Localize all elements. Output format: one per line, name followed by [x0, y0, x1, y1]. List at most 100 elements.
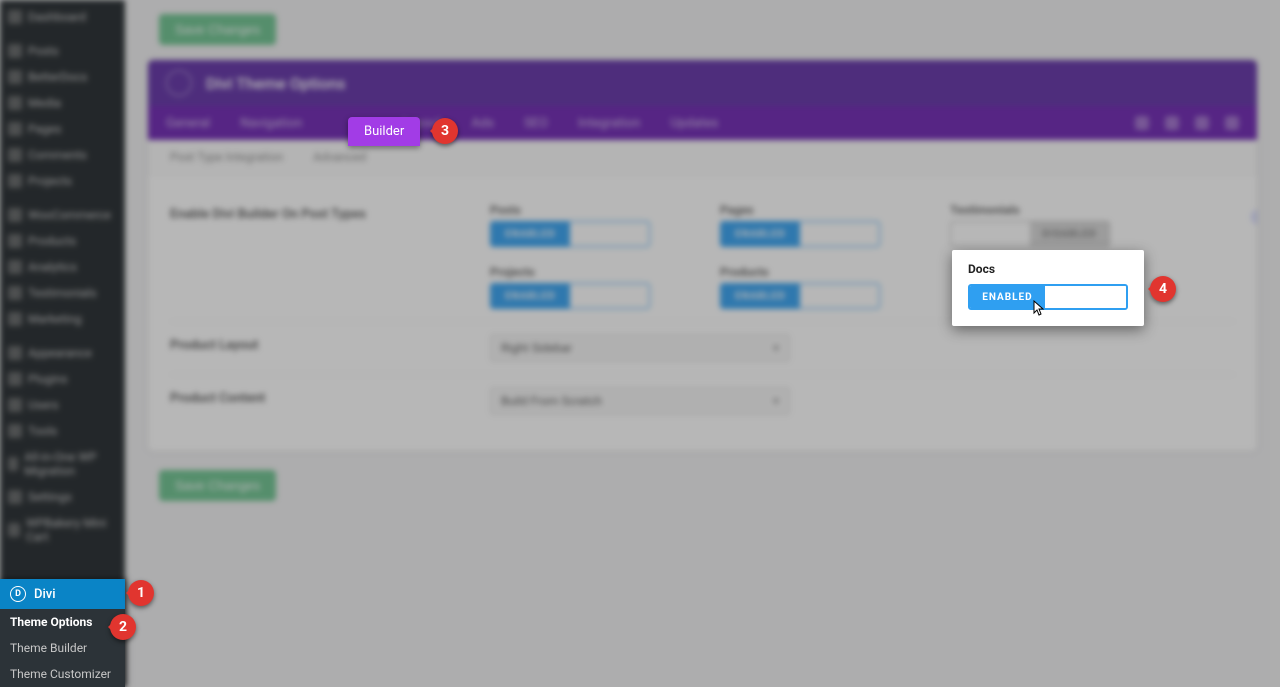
- toggle-on: [951, 222, 1030, 246]
- save-changes-button-top[interactable]: Save Changes: [159, 14, 276, 45]
- download-icon[interactable]: [1165, 116, 1179, 130]
- sidebar-item-label: Products: [28, 234, 76, 248]
- brush-icon: [8, 346, 22, 360]
- toggle-on: ENABLED: [721, 284, 800, 308]
- toggle-label: Products: [720, 265, 930, 279]
- sidebar-item-wpbakery[interactable]: WPBakery Mini Cart: [0, 510, 125, 550]
- sidebar-item-migration[interactable]: All-in-One WP Migration: [0, 444, 125, 484]
- divi-icon: D: [10, 586, 26, 602]
- toggle-label: Projects: [490, 265, 700, 279]
- sidebar-item-appearance[interactable]: Appearance: [0, 340, 125, 366]
- cart-icon: [8, 523, 20, 537]
- toggle-on: ENABLED: [491, 284, 570, 308]
- sub-tab-advanced[interactable]: Advanced: [313, 150, 366, 164]
- toggle-off: [800, 284, 879, 308]
- select-value: Right Sidebar: [501, 341, 572, 355]
- submenu-theme-customizer[interactable]: Theme Customizer: [0, 661, 125, 687]
- tab-integration[interactable]: Integration: [578, 116, 640, 131]
- sidebar-item-settings[interactable]: Settings: [0, 484, 125, 510]
- sidebar-item-label: WooCommerce: [28, 208, 111, 222]
- wrench-icon: [8, 424, 22, 438]
- migrate-icon: [8, 457, 18, 471]
- sidebar-item-label: Pages: [28, 122, 61, 136]
- toggle-off: DISABLED: [1030, 222, 1109, 246]
- tab-seo[interactable]: SEO: [524, 116, 548, 131]
- sidebar-item-divi[interactable]: D Divi: [0, 579, 125, 609]
- panel-title: Divi Theme Options: [206, 74, 345, 93]
- sidebar-item-woocommerce[interactable]: WooCommerce: [0, 202, 125, 228]
- toggle-off: [1045, 286, 1126, 308]
- content-area: Save Changes Divi Theme Options General …: [125, 0, 1280, 687]
- sidebar-item-projects[interactable]: Projects: [0, 168, 125, 194]
- woo-icon: [8, 208, 22, 222]
- toggle-on: ENABLED: [721, 222, 800, 246]
- toggle-posts: Posts ENABLED: [490, 203, 700, 247]
- tab-navigation[interactable]: Navigation: [240, 116, 302, 131]
- info-icon[interactable]: [1251, 209, 1258, 225]
- sidebar-item-media[interactable]: Media: [0, 90, 125, 116]
- sidebar-item-dashboard[interactable]: Dashboard: [0, 4, 125, 30]
- panel-tabs: General Navigation Builder Layout Ads SE…: [148, 106, 1257, 140]
- sidebar-item-posts[interactable]: Posts: [0, 38, 125, 64]
- sidebar-item-label: BetterDocs: [28, 70, 87, 84]
- toggle-switch[interactable]: ENABLED: [720, 221, 880, 247]
- sidebar-item-label: Marketing: [28, 312, 82, 326]
- product-layout-select[interactable]: Right Sidebar: [490, 334, 790, 362]
- toggle-pages: Pages ENABLED: [720, 203, 930, 247]
- toggle-switch[interactable]: ENABLED: [720, 283, 880, 309]
- sub-tab-posttype[interactable]: Post Type Integration: [170, 150, 283, 164]
- divi-logo-icon: [166, 70, 192, 96]
- quote-icon: [8, 286, 22, 300]
- media-icon: [8, 96, 22, 110]
- save-changes-button-bottom[interactable]: Save Changes: [159, 470, 276, 501]
- toggle-testimonials: Testimonials DISABLED: [950, 203, 1160, 247]
- main-layer-blurred: Dashboard Posts BetterDocs Media Pages C…: [0, 0, 1280, 687]
- toggle-label: Testimonials: [950, 203, 1160, 217]
- product-icon: [8, 234, 22, 248]
- dashboard-icon: [8, 10, 22, 24]
- sidebar-item-analytics[interactable]: Analytics: [0, 254, 125, 280]
- sidebar-item-betterdocs[interactable]: BetterDocs: [0, 64, 125, 90]
- sidebar-item-tools[interactable]: Tools: [0, 418, 125, 444]
- callout-step-3: 3: [432, 118, 458, 144]
- sidebar-item-label: Posts: [28, 44, 59, 58]
- reset-icon[interactable]: [1195, 116, 1209, 130]
- tab-updates[interactable]: Updates: [670, 116, 718, 131]
- sidebar-item-products[interactable]: Products: [0, 228, 125, 254]
- row-product-layout: Product Layout Right Sidebar: [170, 322, 1235, 375]
- doc-icon: [8, 70, 22, 84]
- sidebar-item-label: Appearance: [28, 346, 92, 360]
- sidebar-item-label: Users: [28, 398, 59, 412]
- help-icon[interactable]: [1225, 116, 1239, 130]
- sidebar-item-label: WPBakery Mini Cart: [26, 516, 117, 544]
- sidebar-item-users[interactable]: Users: [0, 392, 125, 418]
- sidebar-item-label: Projects: [28, 174, 72, 188]
- toggle-label: Pages: [720, 203, 930, 217]
- sidebar-item-label: Tools: [28, 424, 57, 438]
- upload-icon[interactable]: [1135, 116, 1149, 130]
- toggle-switch[interactable]: ENABLED: [490, 283, 650, 309]
- user-icon: [8, 398, 22, 412]
- sidebar-item-comments[interactable]: Comments: [0, 142, 125, 168]
- tab-ads[interactable]: Ads: [471, 116, 494, 131]
- row-label: Product Content: [170, 387, 490, 406]
- callout-step-1: 1: [128, 580, 154, 606]
- sidebar-item-label: Comments: [28, 148, 87, 162]
- tab-general[interactable]: General: [166, 116, 210, 131]
- callout-step-4: 4: [1150, 276, 1176, 302]
- sidebar-item-testimonials[interactable]: Testimonials: [0, 280, 125, 306]
- sidebar-item-label: Divi: [34, 587, 56, 602]
- product-content-select[interactable]: Build From Scratch: [490, 387, 790, 415]
- sidebar-item-plugins[interactable]: Plugins: [0, 366, 125, 392]
- sidebar-item-pages[interactable]: Pages: [0, 116, 125, 142]
- callout-step-2: 2: [110, 614, 136, 640]
- sidebar-item-label: All-in-One WP Migration: [24, 450, 117, 478]
- megaphone-icon: [8, 312, 22, 326]
- toggle-switch[interactable]: ENABLED: [490, 221, 650, 247]
- docs-toggle-switch[interactable]: ENABLED: [968, 284, 1128, 310]
- submenu-theme-builder[interactable]: Theme Builder: [0, 635, 125, 661]
- toggle-switch[interactable]: DISABLED: [950, 221, 1110, 247]
- tab-builder[interactable]: Builder: [348, 117, 420, 146]
- sidebar-item-marketing[interactable]: Marketing: [0, 306, 125, 332]
- toggle-on: ENABLED: [491, 222, 570, 246]
